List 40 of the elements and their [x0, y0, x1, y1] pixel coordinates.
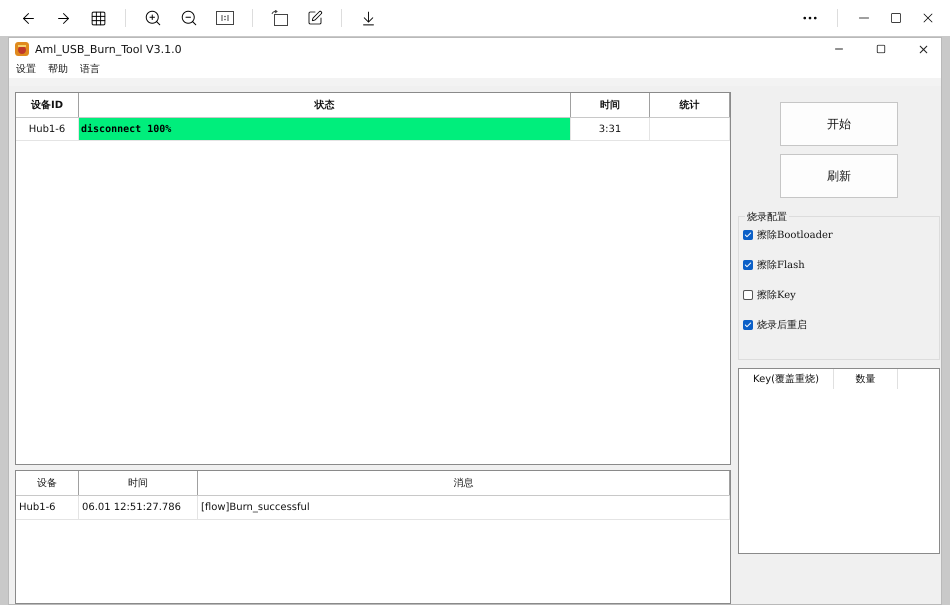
group-title: 烧录配置 — [745, 210, 789, 224]
rotate-icon[interactable] — [271, 10, 289, 26]
checkbox-label[interactable]: 擦除Flash — [757, 258, 805, 272]
zoom-out-icon[interactable] — [180, 9, 198, 27]
maximize-icon[interactable] — [890, 12, 902, 24]
zoom-in-icon[interactable] — [144, 9, 162, 27]
app-icon — [15, 42, 29, 56]
menu-item[interactable]: 帮助 — [48, 62, 68, 76]
checkbox-label[interactable]: 擦除Bootloader — [757, 228, 833, 242]
menu-item[interactable]: 设置 — [16, 62, 36, 76]
refresh-button[interactable]: 刷新 — [780, 154, 898, 198]
column-header: 消息 — [198, 471, 730, 495]
column-header: 统计 — [650, 93, 730, 117]
checkbox[interactable] — [743, 320, 753, 330]
checkbox-label[interactable]: 烧录后重启 — [757, 318, 807, 332]
status-text: disconnect 100% — [80, 124, 172, 134]
checkbox-label[interactable]: 擦除Key — [757, 288, 796, 302]
checkbox[interactable] — [743, 260, 753, 270]
column-header: Key(覆盖重烧) — [739, 369, 834, 389]
start-button[interactable]: 开始 — [780, 102, 898, 146]
checkbox[interactable] — [743, 230, 753, 240]
column-header: 时间 — [79, 471, 198, 495]
column-header: 数量 — [834, 369, 898, 389]
grid-icon[interactable] — [90, 10, 107, 26]
table-cell: 3:31 — [571, 118, 650, 140]
window-title: Aml_USB_Burn_Tool V3.1.0 — [35, 42, 183, 56]
column-header: 状态 — [79, 93, 571, 117]
table-cell: [flow]Burn_successful — [198, 496, 730, 519]
column-header: 设备 — [16, 471, 79, 495]
maximize-icon[interactable] — [876, 44, 886, 54]
column-header: 设备ID — [16, 93, 79, 117]
checkbox[interactable] — [743, 290, 753, 300]
edit-icon[interactable] — [307, 10, 323, 26]
close-icon[interactable] — [916, 42, 930, 56]
download-icon[interactable] — [360, 10, 377, 26]
table-cell: Hub1-6 — [16, 496, 79, 519]
column-header: 时间 — [571, 93, 650, 117]
actual-size-icon[interactable] — [216, 11, 234, 25]
table-cell: 06.01 12:51:27.786 — [79, 496, 198, 519]
menu-item[interactable]: 语言 — [80, 62, 100, 76]
